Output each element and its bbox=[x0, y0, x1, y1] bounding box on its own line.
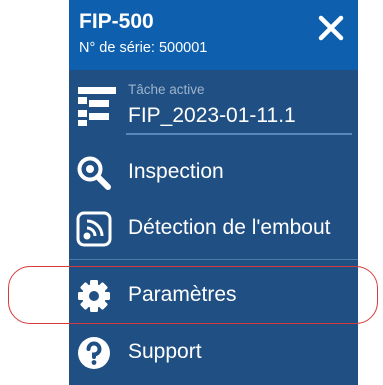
help-icon bbox=[78, 337, 110, 369]
active-task-value: FIP_2023-01-11.1 bbox=[128, 104, 296, 127]
screen: FIP-500 N° de série: 500001 Tâche active… bbox=[0, 0, 383, 385]
menu-item-settings[interactable]: Paramètres bbox=[69, 268, 358, 324]
menu-item-support[interactable]: Support bbox=[69, 325, 358, 381]
active-task-underline bbox=[126, 133, 352, 135]
active-task-caption: Tâche active bbox=[128, 82, 205, 97]
device-name: FIP-500 bbox=[79, 10, 154, 33]
menu-item-inspection[interactable]: Inspection bbox=[69, 145, 358, 201]
tip-detection-icon bbox=[76, 211, 112, 247]
menu-label-settings: Paramètres bbox=[128, 283, 237, 306]
active-task-field[interactable]: Tâche active FIP_2023-01-11.1 bbox=[69, 70, 358, 146]
device-header: FIP-500 N° de série: 500001 bbox=[69, 0, 358, 70]
gear-icon bbox=[78, 280, 110, 312]
close-button[interactable] bbox=[311, 8, 351, 48]
menu-separator bbox=[69, 259, 358, 260]
menu-label-inspection: Inspection bbox=[128, 160, 224, 183]
menu-label-support: Support bbox=[128, 340, 202, 363]
close-icon bbox=[318, 15, 344, 41]
magnifier-icon bbox=[77, 156, 111, 190]
menu-item-tip-detection[interactable]: Détection de l'embout bbox=[69, 201, 358, 257]
serial-number: N° de série: 500001 bbox=[79, 40, 208, 56]
menu-label-tip-detection: Détection de l'embout bbox=[128, 216, 331, 239]
task-list-icon bbox=[78, 87, 116, 126]
side-menu-panel: FIP-500 N° de série: 500001 Tâche active… bbox=[69, 0, 358, 385]
